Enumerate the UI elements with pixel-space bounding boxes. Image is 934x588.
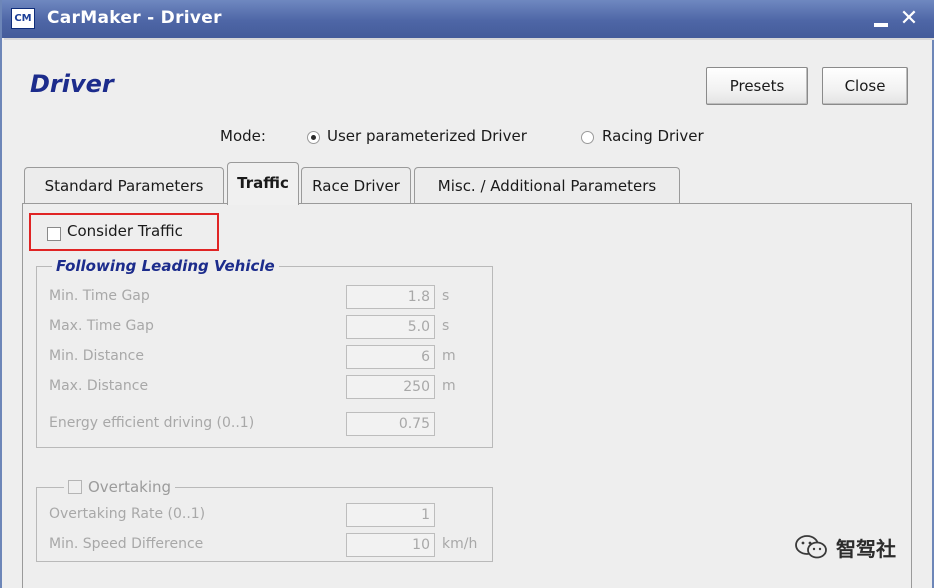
- overtaking-checkbox[interactable]: [68, 480, 82, 494]
- header-divider: [4, 38, 934, 40]
- tab-misc-additional-parameters[interactable]: Misc. / Additional Parameters: [414, 167, 680, 203]
- consider-traffic-label[interactable]: Consider Traffic: [67, 222, 183, 240]
- title-bar[interactable]: CM CarMaker - Driver ✕: [2, 0, 934, 38]
- tab-traffic[interactable]: Traffic: [227, 162, 299, 205]
- tab-standard-parameters[interactable]: Standard Parameters: [24, 167, 224, 203]
- min-speed-difference-label: Min. Speed Difference: [49, 536, 204, 552]
- max-distance-input[interactable]: 250: [346, 375, 435, 399]
- min-distance-unit: m: [442, 348, 456, 364]
- min-time-gap-label: Min. Time Gap: [49, 288, 150, 304]
- max-distance-label: Max. Distance: [49, 378, 149, 394]
- minimize-icon: [874, 23, 888, 27]
- consider-traffic-checkbox[interactable]: [47, 227, 61, 241]
- radio-user-parameterized-label[interactable]: User parameterized Driver: [327, 127, 527, 145]
- min-speed-difference-input[interactable]: 10: [346, 533, 435, 557]
- overtaking-rate-input[interactable]: 1: [346, 503, 435, 527]
- radio-racing-driver[interactable]: [581, 131, 594, 144]
- close-icon: ✕: [899, 6, 919, 31]
- mode-label: Mode:: [220, 127, 266, 145]
- min-speed-difference-unit: km/h: [442, 536, 478, 552]
- watermark-text: 智驾社: [836, 536, 896, 561]
- watermark: 智驾社: [794, 532, 896, 562]
- window-close-button[interactable]: ✕: [896, 6, 922, 32]
- page-title: Driver: [30, 70, 114, 98]
- min-distance-input[interactable]: 6: [346, 345, 435, 369]
- max-distance-unit: m: [442, 378, 456, 394]
- following-group-title: Following Leading Vehicle: [52, 257, 279, 275]
- presets-button[interactable]: Presets: [706, 67, 808, 105]
- driver-window: CM CarMaker - Driver ✕ Driver Presets Cl…: [0, 0, 934, 588]
- energy-efficient-input[interactable]: 0.75: [346, 412, 435, 436]
- max-time-gap-label: Max. Time Gap: [49, 318, 154, 334]
- overtaking-group-title[interactable]: Overtaking: [64, 478, 176, 496]
- tab-race-driver[interactable]: Race Driver: [301, 167, 411, 203]
- window-title: CarMaker - Driver: [47, 8, 222, 28]
- min-time-gap-input[interactable]: 1.8: [346, 285, 435, 309]
- overtaking-rate-label: Overtaking Rate (0..1): [49, 506, 206, 522]
- close-button[interactable]: Close: [822, 67, 908, 105]
- carmaker-app-icon: CM: [11, 8, 35, 29]
- max-time-gap-unit: s: [442, 318, 450, 334]
- min-time-gap-unit: s: [442, 288, 450, 304]
- radio-user-parameterized-driver[interactable]: [307, 131, 320, 144]
- overtaking-label: Overtaking: [88, 478, 172, 496]
- min-distance-label: Min. Distance: [49, 348, 144, 364]
- wechat-icon: [795, 535, 827, 559]
- radio-racing-driver-label[interactable]: Racing Driver: [602, 127, 704, 145]
- minimize-button[interactable]: [868, 6, 894, 32]
- energy-efficient-label: Energy efficient driving (0..1): [49, 415, 255, 431]
- max-time-gap-input[interactable]: 5.0: [346, 315, 435, 339]
